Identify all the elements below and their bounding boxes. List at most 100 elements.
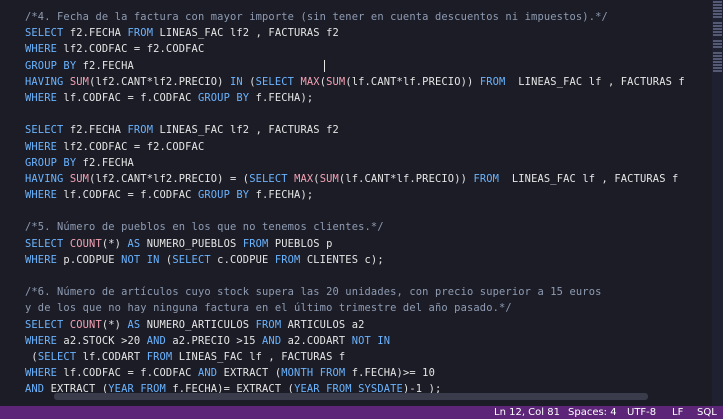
- code-token-keyword: AND: [262, 334, 282, 347]
- minimap-line: [713, 61, 722, 63]
- minimap-line: [713, 70, 722, 72]
- code-line[interactable]: ​: [25, 268, 712, 284]
- status-bar: Ln 12, Col 81 Spaces: 4 UTF-8 LF SQL: [0, 406, 723, 419]
- minimap-line: [713, 7, 722, 9]
- code-token-plain: lf.CODFAC = f.CODFAC: [57, 367, 198, 380]
- code-token-function: SUM: [326, 75, 346, 88]
- code-token-keyword: HAVING: [25, 75, 64, 88]
- code-line[interactable]: y de los que no hay ninguna factura en e…: [25, 300, 712, 316]
- code-token-keyword: AND: [146, 334, 166, 347]
- code-line[interactable]: SELECT COUNT(*) AS NUMERO_PUEBLOS FROM P…: [25, 236, 712, 252]
- code-token-comment: y de los que no hay ninguna factura en e…: [25, 302, 512, 315]
- code-token-function: MAX: [300, 75, 320, 88]
- code-area[interactable]: /*4. Fecha de la factura con mayor impor…: [25, 9, 712, 398]
- code-token-comment: /*6. Número de artículos cuyo stock supe…: [25, 286, 602, 299]
- code-token-keyword: WHERE: [25, 43, 58, 56]
- code-token-keyword: SELECT: [25, 237, 64, 250]
- code-token-plain: f2.FECHA: [63, 124, 128, 137]
- code-token-plain: f.FECHA);: [249, 91, 314, 104]
- language-mode-status[interactable]: SQL: [697, 406, 717, 419]
- cursor-position-status[interactable]: Ln 12, Col 81: [494, 406, 560, 419]
- code-token-keyword: SELECT: [172, 253, 211, 266]
- code-line[interactable]: /*6. Número de artículos cuyo stock supe…: [25, 284, 712, 300]
- code-token-keyword: FROM: [146, 350, 173, 363]
- code-token-keyword: IN: [230, 75, 243, 88]
- code-token-keyword: MONTH: [281, 367, 314, 380]
- code-token-plain: (*): [101, 237, 128, 250]
- code-token-keyword: GROUP BY: [25, 156, 77, 169]
- code-token-plain: f2.FECHA: [63, 27, 128, 40]
- code-line[interactable]: GROUP BY f2.FECHA: [25, 155, 712, 171]
- code-token-keyword: AND: [25, 383, 45, 396]
- code-line[interactable]: HAVING SUM(lf2.CANT*lf2.PRECIO) IN (SELE…: [25, 74, 712, 90]
- code-token-keyword: GROUP BY: [197, 189, 250, 202]
- code-token-plain: LINEAS_FAC lf , FACTURAS f: [172, 350, 346, 363]
- code-line[interactable]: WHERE lf.CODFAC = f.CODFAC AND EXTRACT (…: [25, 365, 712, 381]
- code-token-keyword: SELECT: [249, 172, 288, 185]
- code-token-function: COUNT: [69, 318, 102, 331]
- code-line[interactable]: /*4. Fecha de la factura con mayor impor…: [25, 9, 712, 25]
- minimap-line: [713, 13, 722, 15]
- indentation-status[interactable]: Spaces: 4: [568, 406, 617, 419]
- code-token-keyword: WHERE: [25, 367, 58, 380]
- minimap-line: [713, 16, 722, 18]
- code-token-plain: LINEAS_FAC lf , FACTURAS f: [499, 172, 679, 185]
- code-token-plain: (: [242, 75, 256, 88]
- code-line[interactable]: WHERE lf.CODFAC = f.CODFAC GROUP BY f.FE…: [25, 187, 712, 203]
- code-token-plain: a2.PRECIO >15: [165, 334, 263, 347]
- code-line[interactable]: ​: [25, 106, 712, 122]
- code-token-plain: lf2.CODFAC = f2.CODFAC: [57, 43, 205, 56]
- code-line[interactable]: ​: [25, 203, 712, 219]
- code-line[interactable]: WHERE lf.CODFAC = f.CODFAC GROUP BY f.FE…: [25, 90, 712, 106]
- code-token-plain: lf.CODFAC = f.CODFAC: [57, 91, 198, 104]
- minimap-line: [713, 10, 722, 12]
- code-token-plain: LINEAS_FAC lf2 , FACTURAS f2: [153, 27, 339, 40]
- encoding-status[interactable]: UTF-8: [627, 406, 656, 419]
- code-editor[interactable]: /*4. Fecha de la factura con mayor impor…: [0, 0, 712, 406]
- horizontal-scrollbar[interactable]: [54, 393, 648, 400]
- code-line[interactable]: /*5. Número de pueblos en los que no ten…: [25, 219, 712, 235]
- code-token-plain: f.FECHA)>= 10: [345, 367, 435, 380]
- code-line[interactable]: (SELECT lf.CODART FROM LINEAS_FAC lf , F…: [25, 349, 712, 365]
- code-token-plain: f2.FECHA: [76, 156, 134, 169]
- editor-gutter: [0, 0, 13, 406]
- code-token-function: SUM: [69, 75, 90, 88]
- code-line[interactable]: SELECT COUNT(*) AS NUMERO_ARTICULOS FROM…: [25, 317, 712, 333]
- minimap-line: [713, 52, 722, 54]
- code-token-keyword: HAVING: [25, 172, 64, 185]
- code-token-keyword: WHERE: [25, 140, 58, 153]
- code-line[interactable]: SELECT f2.FECHA FROM LINEAS_FAC lf2 , FA…: [25, 122, 712, 138]
- code-token-plain: ARTICULOS a2: [281, 318, 365, 331]
- code-token-plain: f.FECHA);: [249, 189, 314, 202]
- line-ending-status[interactable]: LF: [672, 406, 683, 419]
- code-token-keyword: WHERE: [25, 334, 58, 347]
- minimap-line: [713, 40, 722, 42]
- code-line[interactable]: WHERE p.CODPUE NOT IN (SELECT c.CODPUE F…: [25, 252, 712, 268]
- minimap[interactable]: [712, 0, 723, 406]
- code-token-keyword: GROUP BY: [197, 91, 250, 104]
- code-token-plain: (lf2.CANT*lf2.PRECIO): [89, 75, 230, 88]
- code-token-plain: a2.STOCK >20: [57, 334, 147, 347]
- code-token-keyword: AS: [127, 237, 141, 250]
- code-token-keyword: SELECT: [25, 27, 64, 40]
- code-token-plain: lf.CODART: [76, 350, 147, 363]
- code-token-keyword: NOT IN: [351, 334, 391, 347]
- code-token-plain: f2.FECHA: [76, 59, 134, 72]
- minimap-line: [713, 31, 722, 33]
- code-token-plain: LINEAS_FAC lf2 , FACTURAS f2: [153, 124, 339, 137]
- code-token-plain: lf.CODFAC = f.CODFAC: [57, 189, 198, 202]
- code-line[interactable]: WHERE lf2.CODFAC = f2.CODFAC: [25, 41, 712, 57]
- minimap-line: [713, 67, 722, 69]
- minimap-line: [713, 25, 722, 27]
- code-line[interactable]: GROUP BY f2.FECHA: [25, 58, 712, 74]
- minimap-line: [713, 64, 722, 66]
- code-line[interactable]: HAVING SUM(lf2.CANT*lf2.PRECIO) = (SELEC…: [25, 171, 712, 187]
- code-token-plain: PUEBLOS p: [268, 237, 333, 250]
- code-token-comment: /*4. Fecha de la factura con mayor impor…: [25, 11, 608, 23]
- code-line[interactable]: WHERE lf2.CODFAC = f2.CODFAC: [25, 139, 712, 155]
- code-line[interactable]: SELECT f2.FECHA FROM LINEAS_FAC lf2 , FA…: [25, 25, 712, 41]
- code-token-plain: NUMERO_PUEBLOS: [140, 237, 243, 250]
- code-line[interactable]: WHERE a2.STOCK >20 AND a2.PRECIO >15 AND…: [25, 333, 712, 349]
- minimap-line: [713, 46, 722, 48]
- code-token-keyword: WHERE: [25, 253, 58, 266]
